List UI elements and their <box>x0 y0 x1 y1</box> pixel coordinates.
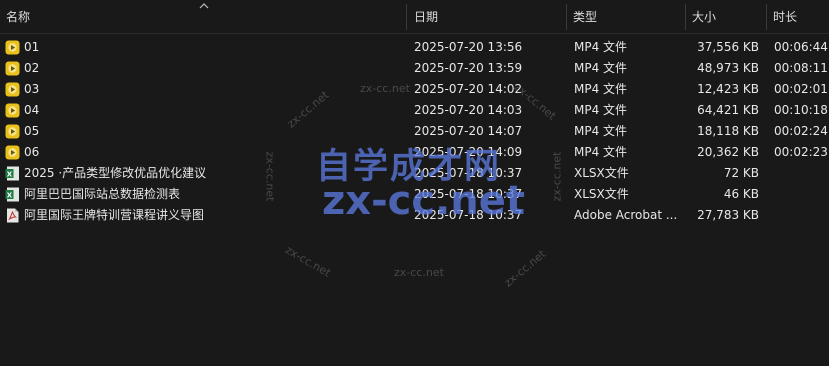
video-file-icon <box>5 124 20 139</box>
file-name: 03 <box>24 82 40 96</box>
file-size: 48,973 KB <box>697 61 759 75</box>
file-duration: 00:10:18 <box>774 103 828 117</box>
file-size: 20,362 KB <box>697 145 759 159</box>
column-header-date[interactable]: 日期 <box>408 0 566 34</box>
column-header-type-label: 类型 <box>573 10 598 24</box>
file-type: MP4 文件 <box>574 124 628 138</box>
file-duration: 00:02:01 <box>774 82 828 96</box>
file-name: 阿里国际王牌特训营课程讲义导图 <box>24 208 205 222</box>
file-name: 05 <box>24 124 40 138</box>
file-duration <box>774 205 829 226</box>
file-date: 2025-07-18 10:37 <box>414 187 523 201</box>
video-file-icon <box>5 61 20 76</box>
file-row[interactable]: X 2025 ·产品类型修改优品优化建议 2025-07-18 10:37 XLSX文… <box>0 163 829 184</box>
file-date: 2025-07-18 10:37 <box>414 166 523 180</box>
pdf-file-icon <box>7 208 19 223</box>
file-date: 2025-07-20 14:03 <box>414 103 523 117</box>
file-type: XLSX文件 <box>574 187 629 201</box>
file-type: XLSX文件 <box>574 166 629 180</box>
column-header-name-label: 名称 <box>6 10 31 24</box>
file-row[interactable]: 01 2025-07-20 13:56 MP4 文件 37,556 KB 00:06:4… <box>0 37 829 58</box>
file-name: 06 <box>24 145 40 159</box>
column-header-size-label: 大小 <box>692 10 717 24</box>
file-duration: 00:06:44 <box>774 40 828 54</box>
file-type: MP4 文件 <box>574 145 628 159</box>
file-type: MP4 文件 <box>574 61 628 75</box>
file-size: 18,118 KB <box>697 124 759 138</box>
file-name: 阿里巴巴国际站总数据检测表 <box>24 187 181 201</box>
file-size: 46 KB <box>723 187 759 201</box>
file-name: 2025 ·产品类型修改优品优化建议 <box>24 166 207 180</box>
excel-file-icon: X <box>5 166 19 181</box>
file-duration <box>774 184 829 205</box>
file-date: 2025-07-20 13:56 <box>414 40 523 54</box>
file-row[interactable]: X 阿里巴巴国际站总数据检测表 2025-07-18 10:37 XLSX文件 46 K… <box>0 184 829 205</box>
svg-text:X: X <box>7 191 13 199</box>
file-type: MP4 文件 <box>574 40 628 54</box>
column-header-type[interactable]: 类型 <box>567 0 685 34</box>
sort-ascending-icon <box>199 3 209 9</box>
watermark-text: zx-cc.net <box>394 266 444 279</box>
column-header-duration-label: 时长 <box>773 10 798 24</box>
file-duration: 00:08:11 <box>774 61 828 75</box>
file-type: Adobe Acrobat ... <box>574 208 678 222</box>
video-file-icon <box>5 145 20 160</box>
file-date: 2025-07-20 14:09 <box>414 145 523 159</box>
file-size: 64,421 KB <box>697 103 759 117</box>
file-size: 37,556 KB <box>697 40 759 54</box>
video-file-icon <box>5 40 20 55</box>
watermark-text: zx-cc.net <box>283 243 333 280</box>
watermark-text: zx-cc.net <box>501 247 549 290</box>
file-row[interactable]: 阿里国际王牌特训营课程讲义导图 2025-07-18 10:37 Adobe Acr… <box>0 205 829 226</box>
file-size: 72 KB <box>723 166 759 180</box>
file-date: 2025-07-20 14:07 <box>414 124 523 138</box>
column-header-duration[interactable]: 时长 <box>767 0 829 34</box>
file-duration: 00:02:23 <box>774 145 828 159</box>
file-row[interactable]: 04 2025-07-20 14:03 MP4 文件 64,421 KB 00:10:1… <box>0 100 829 121</box>
column-divider[interactable] <box>406 4 407 30</box>
file-type: MP4 文件 <box>574 82 628 96</box>
file-name: 04 <box>24 103 40 117</box>
file-size: 27,783 KB <box>697 208 759 222</box>
column-header-bar: 名称 日期 类型 大小 时长 <box>0 0 829 34</box>
file-date: 2025-07-20 13:59 <box>414 61 523 75</box>
file-date: 2025-07-18 10:37 <box>414 208 523 222</box>
video-file-icon <box>5 103 20 118</box>
file-duration: 00:02:24 <box>774 124 828 138</box>
video-file-icon <box>5 82 20 97</box>
file-row[interactable]: 05 2025-07-20 14:07 MP4 文件 18,118 KB 00:02:2… <box>0 121 829 142</box>
file-row[interactable]: 02 2025-07-20 13:59 MP4 文件 48,973 KB 00:08:1… <box>0 58 829 79</box>
svg-text:X: X <box>7 170 13 178</box>
column-header-size[interactable]: 大小 <box>686 0 766 34</box>
file-row[interactable]: 06 2025-07-20 14:09 MP4 文件 20,362 KB 00:02:2… <box>0 142 829 163</box>
file-date: 2025-07-20 14:02 <box>414 82 523 96</box>
excel-file-icon: X <box>5 187 19 202</box>
file-duration <box>774 163 829 184</box>
file-type: MP4 文件 <box>574 103 628 117</box>
file-name: 02 <box>24 61 40 75</box>
file-name: 01 <box>24 40 40 54</box>
file-size: 12,423 KB <box>697 82 759 96</box>
file-row[interactable]: 03 2025-07-20 14:02 MP4 文件 12,423 KB 00:02:0… <box>0 79 829 100</box>
column-header-date-label: 日期 <box>414 10 439 24</box>
